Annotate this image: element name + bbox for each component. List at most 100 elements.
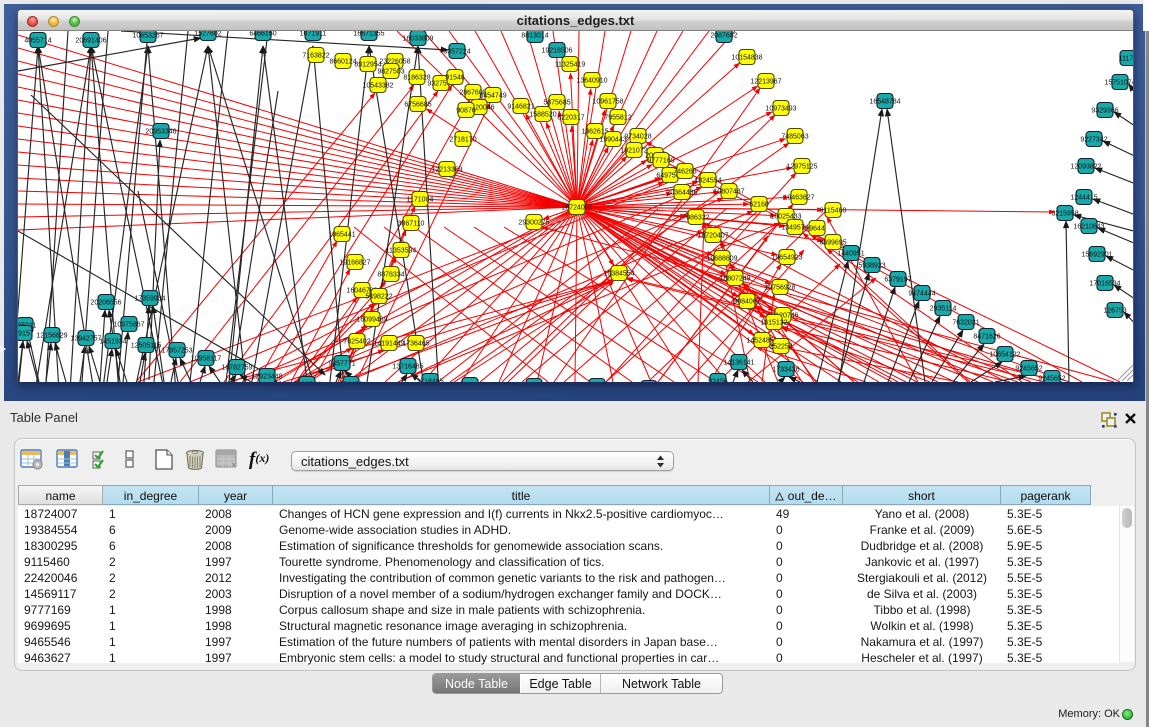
svg-text:9734028: 9734028 — [624, 134, 651, 141]
svg-text:104492: 104492 — [339, 382, 362, 383]
svg-text:18807249: 18807249 — [719, 276, 750, 283]
svg-text:8454749: 8454749 — [479, 93, 506, 100]
svg-text:12213967: 12213967 — [750, 79, 781, 86]
svg-text:3718465: 3718465 — [416, 379, 443, 383]
svg-text:1921072: 1921072 — [620, 148, 647, 155]
svg-text:1733426: 1733426 — [772, 367, 799, 374]
svg-text:3215958: 3215958 — [1051, 211, 1078, 218]
svg-text:17359934: 17359934 — [134, 296, 165, 303]
svg-text:6379197: 6379197 — [884, 277, 911, 284]
svg-text:9457771: 9457771 — [328, 361, 355, 368]
svg-text:10973493: 10973493 — [765, 106, 796, 113]
svg-text:18720407: 18720407 — [697, 233, 728, 240]
svg-text:12156829: 12156829 — [36, 333, 67, 340]
svg-text:14191449: 14191449 — [373, 341, 404, 348]
svg-text:11325419: 11325419 — [555, 62, 586, 69]
svg-text:12213369: 12213369 — [431, 167, 462, 174]
svg-text:9357224: 9357224 — [443, 49, 470, 56]
svg-text:10543382: 10543382 — [362, 83, 393, 90]
svg-text:8813014: 8813014 — [521, 33, 548, 40]
svg-text:10975867: 10975867 — [113, 322, 144, 329]
svg-text:1071911: 1071911 — [300, 31, 327, 38]
svg-text:17957253: 17957253 — [161, 348, 192, 355]
svg-text:13716485: 13716485 — [392, 364, 423, 371]
svg-text:16099489: 16099489 — [356, 317, 387, 324]
svg-text:8220317: 8220317 — [557, 115, 584, 122]
svg-text:9084067: 9084067 — [733, 299, 760, 306]
svg-text:16548784: 16548784 — [869, 99, 900, 106]
svg-text:8660124: 8660124 — [329, 59, 356, 66]
svg-text:1990443: 1990443 — [599, 137, 626, 144]
svg-text:39157: 39157 — [18, 331, 34, 338]
svg-text:16671355: 16671355 — [353, 31, 384, 38]
svg-text:12093822: 12093822 — [1070, 164, 1101, 171]
svg-text:3867110: 3867110 — [398, 221, 425, 228]
svg-text:9245652: 9245652 — [1015, 366, 1042, 373]
svg-text:20691406: 20691406 — [75, 38, 106, 45]
svg-text:7625402: 7625402 — [343, 339, 370, 346]
svg-text:1965441: 1965441 — [328, 232, 355, 239]
svg-text:10807487: 10807487 — [713, 189, 744, 196]
svg-text:2935114: 2935114 — [930, 306, 957, 313]
svg-text:7632021: 7632021 — [952, 320, 979, 327]
svg-text:10654122: 10654122 — [989, 352, 1020, 359]
svg-text:5938923: 5938923 — [858, 263, 885, 270]
svg-text:12505115: 12505115 — [131, 343, 162, 350]
svg-text:19384554: 19384554 — [603, 271, 634, 278]
svg-text:9644: 9644 — [809, 226, 825, 233]
svg-text:11353594: 11353594 — [386, 248, 417, 255]
svg-text:7163822: 7163822 — [302, 53, 329, 60]
svg-text:7485063: 7485063 — [781, 134, 808, 141]
svg-text:12975125: 12975125 — [786, 164, 817, 171]
svg-text:20206556: 20206556 — [90, 300, 121, 307]
svg-text:14136141: 14136141 — [723, 360, 754, 367]
svg-text:9245652: 9245652 — [1038, 376, 1065, 383]
svg-text:92456: 92456 — [708, 379, 728, 383]
svg-text:4055714: 4055714 — [24, 38, 51, 45]
svg-text:9474444: 9474444 — [908, 291, 935, 298]
svg-text:746266: 746266 — [673, 169, 696, 176]
svg-text:13942757: 13942757 — [70, 336, 101, 343]
svg-text:19463627: 19463627 — [783, 195, 814, 202]
svg-text:16033809: 16033809 — [402, 36, 433, 43]
svg-text:9827503: 9827503 — [377, 69, 404, 76]
svg-text:8878334: 8878334 — [377, 272, 404, 279]
svg-text:126753: 126753 — [1103, 308, 1126, 315]
svg-text:1527602: 1527602 — [194, 31, 221, 38]
svg-text:9329366: 9329366 — [1091, 108, 1118, 115]
svg-text:17016534: 17016534 — [1089, 281, 1120, 288]
svg-text:15751074: 15751074 — [1104, 80, 1133, 87]
svg-text:7955812: 7955812 — [604, 115, 631, 122]
svg-text:5498222: 5498222 — [365, 294, 392, 301]
svg-text:1171004: 1171004 — [407, 197, 434, 204]
svg-text:13640910: 13640910 — [576, 78, 607, 85]
svg-text:1615132: 1615132 — [760, 320, 787, 327]
svg-text:19218506: 19218506 — [541, 48, 572, 55]
svg-text:2087682: 2087682 — [710, 33, 737, 40]
svg-text:90876: 90876 — [456, 108, 476, 115]
svg-text:19166827: 19166827 — [339, 260, 370, 267]
svg-text:1736465: 1736465 — [402, 341, 429, 348]
svg-text:1244415: 1244415 — [1070, 195, 1097, 202]
svg-text:252254: 252254 — [769, 344, 792, 351]
svg-text:29300275: 29300275 — [518, 220, 549, 227]
svg-text:9227342: 9227342 — [1080, 137, 1107, 144]
svg-text:16782759: 16782759 — [221, 365, 252, 372]
svg-text:8699695: 8699695 — [819, 240, 846, 247]
svg-text:8471626: 8471626 — [973, 334, 1000, 341]
svg-text:6756685: 6756685 — [404, 102, 431, 109]
svg-text:9777169: 9777169 — [647, 158, 674, 165]
svg-text:6466160: 6466160 — [249, 31, 276, 38]
svg-text:7986322: 7986322 — [682, 215, 709, 222]
svg-text:9146821: 9146821 — [507, 104, 534, 111]
svg-text:2718170: 2718170 — [449, 137, 476, 144]
svg-text:10653267: 10653267 — [132, 33, 163, 40]
svg-text:12923448: 12923448 — [251, 374, 282, 381]
svg-text:10688609: 10688609 — [706, 256, 737, 263]
svg-text:62160: 62160 — [749, 202, 769, 209]
svg-text:9115460: 9115460 — [820, 208, 847, 215]
svg-text:1824554: 1824554 — [694, 178, 721, 185]
svg-text:15692901: 15692901 — [1081, 252, 1112, 259]
svg-text:1349574: 1349574 — [781, 225, 808, 232]
svg-text:5875685: 5875685 — [543, 100, 570, 107]
